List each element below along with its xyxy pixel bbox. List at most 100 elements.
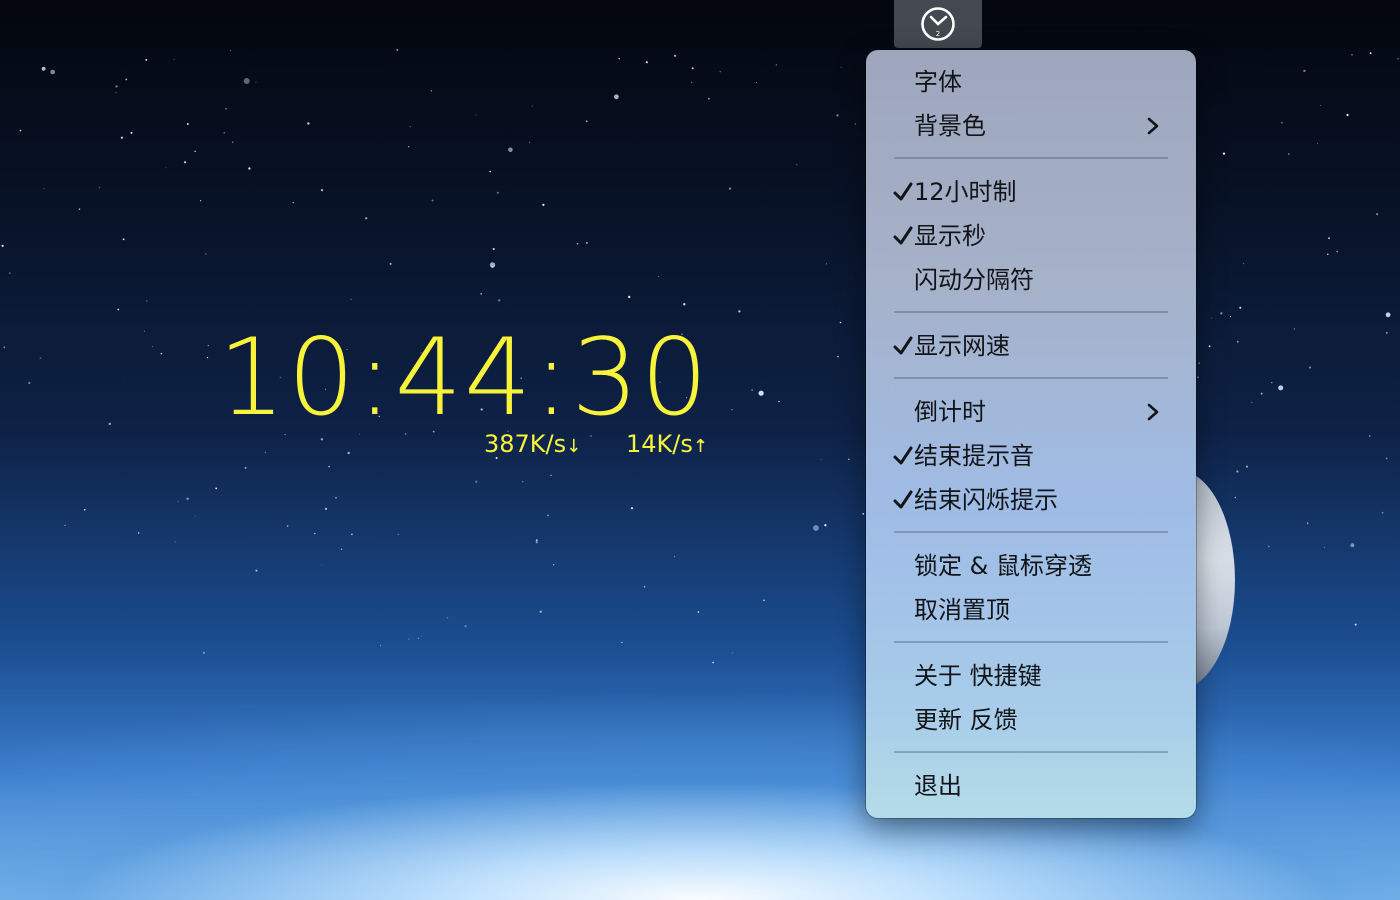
star: [229, 50, 231, 52]
star: [1288, 153, 1290, 155]
star: [145, 58, 148, 61]
star: [122, 238, 125, 241]
star: [1208, 345, 1211, 348]
menu-item-about-shortcuts[interactable]: 关于 快捷键: [876, 654, 1186, 698]
star: [1236, 340, 1239, 343]
star: [464, 625, 467, 628]
star: [1, 244, 4, 247]
menu-separator: [894, 311, 1168, 313]
star: [1397, 58, 1399, 60]
star: [340, 548, 343, 550]
desktop-background: 2 10:44:30 387K/s↓ 14K/s↑ 字体 背景色 12小时制 显…: [0, 0, 1400, 900]
star: [115, 85, 118, 88]
star: [1236, 470, 1239, 473]
star: [173, 59, 175, 60]
menu-item-end-flash[interactable]: 结束闪烁提示: [876, 478, 1186, 522]
star: [1351, 54, 1353, 56]
star: [1234, 496, 1237, 499]
star: [108, 422, 112, 426]
star: [205, 253, 207, 255]
star: [206, 357, 209, 359]
menu-item-background-color[interactable]: 背景色: [876, 104, 1186, 148]
download-speed: 387K/s↓: [484, 430, 581, 458]
star: [674, 54, 677, 57]
star: [1220, 312, 1223, 315]
download-speed-value: 387K/s: [484, 430, 567, 458]
star: [547, 514, 549, 517]
star: [408, 146, 410, 148]
star: [1281, 121, 1283, 124]
menu-item-label: 结束提示音: [914, 442, 1034, 470]
star: [1336, 250, 1338, 253]
star: [542, 203, 545, 206]
star: [3, 346, 6, 349]
star: [552, 564, 555, 566]
menu-item-label: 更新 反馈: [914, 706, 1018, 734]
menu-item-countdown[interactable]: 倒计时: [876, 390, 1186, 434]
menu-item-update-feedback[interactable]: 更新 反馈: [876, 698, 1186, 742]
star: [824, 524, 827, 527]
star: [223, 131, 226, 134]
star: [1239, 306, 1242, 309]
star: [1260, 392, 1263, 395]
star: [708, 97, 710, 100]
menu-item-label: 倒计时: [914, 398, 986, 426]
star: [408, 638, 410, 640]
star: [1385, 332, 1388, 334]
menu-item-show-seconds[interactable]: 显示秒: [876, 214, 1186, 258]
star: [643, 585, 646, 588]
star: [535, 539, 538, 542]
menu-separator: [894, 641, 1168, 643]
star: [321, 564, 323, 566]
chevron-right-icon: [1147, 117, 1159, 135]
menu-item-lock-click-through[interactable]: 锁定 & 鼠标穿透: [876, 544, 1186, 588]
menu-item-blink-separator[interactable]: 闪动分隔符: [876, 258, 1186, 302]
star: [758, 390, 764, 396]
star: [292, 202, 294, 204]
star: [480, 293, 482, 295]
menu-item-font[interactable]: 字体: [876, 60, 1186, 104]
menu-item-end-sound[interactable]: 结束提示音: [876, 434, 1186, 478]
menu-bar: 2: [0, 0, 1400, 48]
star: [1251, 401, 1253, 403]
star: [43, 188, 45, 189]
star: [1328, 237, 1330, 240]
star: [160, 352, 163, 355]
star: [1246, 465, 1248, 468]
clock-time: 10:44:30: [218, 316, 711, 439]
star: [447, 617, 449, 619]
star: [19, 129, 22, 132]
menu-item-show-network-speed[interactable]: 显示网速: [876, 324, 1186, 368]
star: [1385, 312, 1391, 318]
star: [1369, 52, 1372, 55]
menu-item-label: 退出: [914, 772, 962, 800]
desktop-clock-widget[interactable]: 10:44:30 387K/s↓ 14K/s↑: [218, 318, 738, 478]
menu-item-label: 显示网速: [914, 332, 1010, 360]
menu-item-quit[interactable]: 退出: [876, 764, 1186, 808]
star: [186, 497, 189, 500]
star: [1271, 382, 1273, 384]
star: [255, 81, 257, 83]
star: [314, 533, 316, 535]
star: [146, 300, 148, 302]
star: [489, 170, 492, 173]
star: [183, 161, 187, 164]
star: [475, 480, 478, 483]
menu-item-unpin[interactable]: 取消置顶: [876, 588, 1186, 632]
menu-item-label: 显示秒: [914, 222, 986, 250]
star: [1316, 142, 1319, 145]
upload-arrow-icon: ↑: [692, 436, 708, 457]
star: [207, 344, 210, 347]
star: [719, 71, 721, 73]
menu-item-12-hour[interactable]: 12小时制: [876, 170, 1186, 214]
menu-item-label: 关于 快捷键: [914, 662, 1042, 690]
clock-status-item[interactable]: 2: [894, 0, 982, 48]
star: [630, 507, 634, 510]
star: [492, 247, 495, 251]
menu-item-label: 结束闪烁提示: [914, 486, 1058, 514]
star: [50, 69, 55, 75]
star: [763, 599, 765, 602]
star: [324, 507, 328, 510]
star: [658, 276, 660, 277]
star: [1354, 623, 1357, 626]
